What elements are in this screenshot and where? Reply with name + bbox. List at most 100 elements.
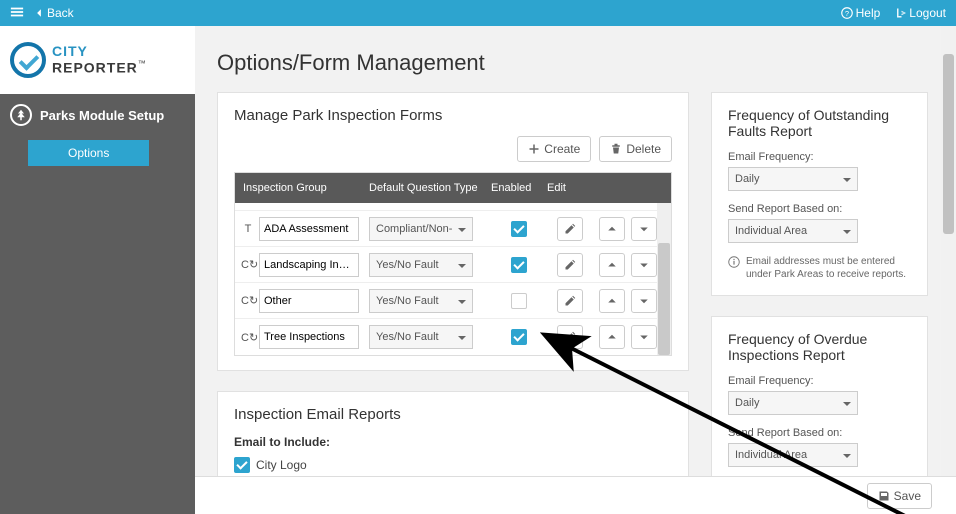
forms-panel: Manage Park Inspection Forms Create Dele… [217, 92, 689, 371]
chevron-up-icon [606, 259, 618, 271]
back-button[interactable]: Back [34, 6, 74, 20]
enabled-checkbox[interactable] [511, 221, 527, 237]
question-type-value: Yes/No Fault [376, 259, 439, 271]
enabled-checkbox[interactable] [511, 293, 527, 309]
page-scrollbar[interactable] [941, 26, 956, 476]
page-title: Options/Form Management [217, 50, 928, 76]
row-tag: T [241, 223, 255, 235]
move-up-button[interactable] [599, 253, 625, 277]
include-label: City Logo [256, 458, 307, 472]
chevron-down-icon [458, 261, 466, 269]
faults-freq-value: Daily [735, 173, 759, 185]
chevron-down-icon [638, 295, 650, 307]
enabled-checkbox[interactable] [511, 329, 527, 345]
module-header: Parks Module Setup [0, 94, 195, 134]
plus-icon [528, 143, 540, 155]
faults-note: Email addresses must be entered under Pa… [728, 255, 911, 281]
email-panel-title: Inspection Email Reports [234, 406, 672, 423]
chevron-down-icon [458, 225, 466, 233]
faults-freq-label: Email Frequency: [728, 151, 911, 163]
edit-button[interactable] [557, 325, 583, 349]
overdue-freq-select[interactable]: Daily [728, 391, 858, 415]
faults-based-select[interactable]: Individual Area [728, 219, 858, 243]
trash-icon [610, 143, 622, 155]
logout-link[interactable]: Logout [894, 6, 946, 20]
question-type-select[interactable]: Yes/No Fault [369, 253, 473, 277]
inspection-group-input[interactable] [259, 253, 359, 277]
chevron-down-icon [843, 227, 851, 235]
move-up-button[interactable] [599, 325, 625, 349]
module-title: Parks Module Setup [40, 108, 164, 123]
chevron-down-icon [458, 333, 466, 341]
save-bar: Save [195, 476, 956, 514]
back-label: Back [47, 6, 74, 20]
help-label: Help [856, 6, 881, 20]
brand-line2: REPORTER [52, 59, 138, 75]
help-link[interactable]: ? Help [841, 6, 881, 20]
overdue-based-label: Send Report Based on: [728, 427, 911, 439]
move-up-button[interactable] [599, 289, 625, 313]
question-type-value: Compliant/Non- [376, 223, 452, 235]
chevron-down-icon [843, 399, 851, 407]
faults-note-text: Email addresses must be entered under Pa… [746, 255, 911, 281]
row-tag: C↻ [241, 331, 255, 344]
table-row: T Compliant/Non- [235, 211, 657, 247]
move-down-button[interactable] [631, 253, 657, 277]
overdue-freq-value: Daily [735, 397, 759, 409]
question-type-select[interactable]: Yes/No Fault [369, 289, 473, 313]
sidebar: CITY REPORTER™ Parks Module Setup Option… [0, 26, 195, 514]
delete-label: Delete [626, 142, 661, 156]
move-down-button[interactable] [631, 289, 657, 313]
move-up-button[interactable] [599, 217, 625, 241]
faults-panel: Frequency of Outstanding Faults Report E… [711, 92, 928, 296]
overdue-based-value: Individual Area [735, 449, 807, 461]
faults-freq-select[interactable]: Daily [728, 167, 858, 191]
logout-label: Logout [909, 6, 946, 20]
overdue-title: Frequency of Overdue Inspections Report [728, 331, 911, 363]
chevron-down-icon [458, 297, 466, 305]
chevron-up-icon [606, 223, 618, 235]
delete-button[interactable]: Delete [599, 136, 672, 162]
col-edit: Edit [547, 182, 593, 194]
brand-line1: CITY [52, 43, 146, 59]
hamburger-icon[interactable] [10, 5, 24, 22]
options-button[interactable]: Options [28, 140, 149, 166]
brand-tm: ™ [138, 59, 146, 68]
edit-button[interactable] [557, 217, 583, 241]
chevron-down-icon [843, 451, 851, 459]
email-include-item: City Logo [234, 457, 672, 473]
overdue-based-select[interactable]: Individual Area [728, 443, 858, 467]
create-button[interactable]: Create [517, 136, 591, 162]
enabled-checkbox[interactable] [511, 257, 527, 273]
logo-checkmark-icon [10, 42, 46, 78]
forms-panel-title: Manage Park Inspection Forms [234, 107, 672, 124]
inspection-group-input[interactable] [259, 289, 359, 313]
inspection-group-input[interactable] [259, 217, 359, 241]
chevron-up-icon [606, 331, 618, 343]
move-down-button[interactable] [631, 325, 657, 349]
faults-based-value: Individual Area [735, 225, 807, 237]
col-enabled: Enabled [491, 182, 547, 194]
create-label: Create [544, 142, 580, 156]
move-down-button[interactable] [631, 217, 657, 241]
svg-text:?: ? [845, 9, 849, 18]
tree-icon [10, 104, 32, 126]
edit-button[interactable] [557, 253, 583, 277]
chevron-down-icon [638, 259, 650, 271]
save-button[interactable]: Save [867, 483, 932, 509]
forms-table: Inspection Group Default Question Type E… [234, 172, 672, 356]
question-type-value: Yes/No Fault [376, 295, 439, 307]
overdue-panel: Frequency of Overdue Inspections Report … [711, 316, 928, 494]
include-checkbox[interactable] [234, 457, 250, 473]
table-scrollbar[interactable] [657, 203, 671, 355]
pencil-icon [564, 223, 576, 235]
overdue-freq-label: Email Frequency: [728, 375, 911, 387]
pencil-icon [564, 331, 576, 343]
question-type-select[interactable]: Compliant/Non- [369, 217, 473, 241]
question-type-select[interactable]: Yes/No Fault [369, 325, 473, 349]
save-icon [878, 490, 890, 502]
faults-title: Frequency of Outstanding Faults Report [728, 107, 911, 139]
main-content: Options/Form Management Manage Park Insp… [195, 26, 956, 514]
edit-button[interactable] [557, 289, 583, 313]
inspection-group-input[interactable] [259, 325, 359, 349]
